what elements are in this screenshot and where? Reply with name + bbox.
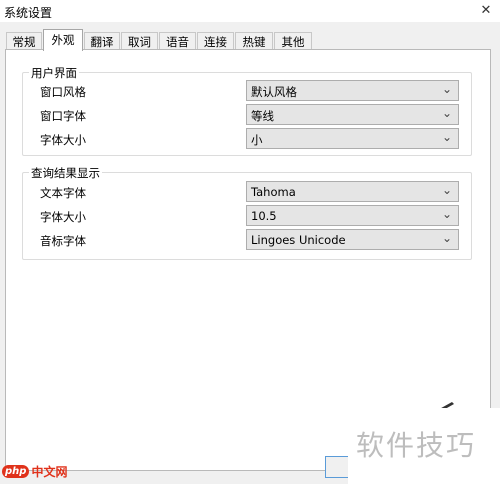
phonetic-font-select[interactable]: Lingoes Unicode ⌄ — [246, 229, 459, 250]
tab-general[interactable]: 常规 — [6, 32, 42, 50]
text-font-value: Tahoma — [251, 185, 296, 199]
ui-font-size-label: 字体大小 — [40, 133, 86, 147]
tab-translate[interactable]: 翻译 — [84, 32, 120, 50]
ui-font-size-value: 小 — [251, 133, 263, 147]
php-logo-text: 中文网 — [31, 464, 68, 479]
text-font-label: 文本字体 — [40, 186, 86, 200]
chevron-down-icon: ⌄ — [441, 231, 452, 245]
tab-capture-word[interactable]: 取词 — [121, 32, 158, 50]
window-font-label: 窗口字体 — [40, 109, 86, 123]
chevron-down-icon: ⌄ — [441, 130, 452, 144]
chevron-down-icon: ⌄ — [441, 106, 452, 120]
ui-group-title: 用户界面 — [29, 65, 79, 81]
chevron-down-icon: ⌄ — [441, 207, 452, 221]
php-badge: php — [2, 464, 30, 478]
tab-voice[interactable]: 语音 — [159, 32, 196, 50]
chevron-down-icon: ⌄ — [441, 183, 452, 197]
settings-window: 系统设置 ✕ 常规 外观 翻译 取词 语音 连接 热键 其他 用户界面 窗口风格… — [0, 0, 500, 484]
tab-bar: 常规 外观 翻译 取词 语音 连接 热键 其他 — [6, 29, 494, 51]
watermark-text: 软件技巧 — [356, 429, 477, 462]
result-font-size-value: 10.5 — [251, 209, 277, 223]
text-font-select[interactable]: Tahoma ⌄ — [246, 181, 459, 202]
phonetic-font-value: Lingoes Unicode — [251, 233, 346, 247]
chevron-down-icon: ⌄ — [441, 82, 452, 96]
php-logo: php 中文网 — [2, 462, 67, 480]
close-icon[interactable]: ✕ — [476, 2, 496, 20]
ui-font-size-select[interactable]: 小 ⌄ — [246, 128, 459, 149]
tab-hotkey[interactable]: 热键 — [235, 32, 273, 50]
window-style-value: 默认风格 — [251, 85, 297, 99]
title-bar: 系统设置 ✕ — [0, 0, 500, 22]
tab-appearance[interactable]: 外观 — [43, 29, 83, 51]
result-font-size-label: 字体大小 — [40, 210, 86, 224]
window-title: 系统设置 — [4, 6, 53, 20]
window-font-select[interactable]: 等线 ⌄ — [246, 104, 459, 125]
window-style-select[interactable]: 默认风格 ⌄ — [246, 80, 459, 101]
result-group-title: 查询结果显示 — [29, 165, 102, 181]
tab-other[interactable]: 其他 — [274, 32, 312, 50]
phonetic-font-label: 音标字体 — [40, 234, 86, 248]
result-font-size-select[interactable]: 10.5 ⌄ — [246, 205, 459, 226]
window-style-label: 窗口风格 — [40, 85, 86, 99]
window-font-value: 等线 — [251, 109, 274, 123]
tab-connection[interactable]: 连接 — [197, 32, 234, 50]
